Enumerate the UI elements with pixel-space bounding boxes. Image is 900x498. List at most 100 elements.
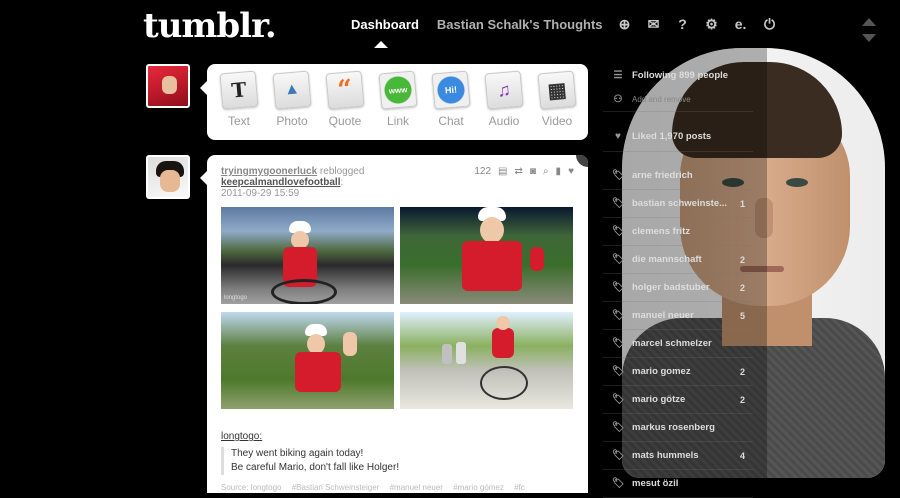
sidebar-tag-item[interactable]: 🏷︎ marcel schmelzer [603,330,753,358]
liked-link[interactable]: ♥ Liked 1,970 posts [603,122,753,152]
top-navigation: Dashboard Bastian Schalk's Thoughts ⊕ ✉ … [351,16,791,48]
post-controls: 122 ▤ ⇄ ◙ ⌕ ▮ ♥ [467,166,574,177]
tag-name: mario götze [632,394,686,405]
tag-link[interactable]: #manuel neuer [390,483,443,492]
reblog-icon[interactable]: ⇄ [515,166,523,177]
tag-link[interactable]: #fc [514,483,525,492]
sidebar-tag-item[interactable]: 🏷︎ bastian schweinste... 1 [603,190,753,218]
power-icon[interactable]: ⏻ [762,16,778,32]
post-date: 2011-09-29 15:59 [221,188,300,199]
bookmark-icon[interactable]: ▮ [556,166,562,177]
tag-count: 4 [739,450,745,461]
source-user-link[interactable]: keepcalmandlovefootball [221,177,340,188]
sidebar-tag-item[interactable]: 🏷︎ mario gomez 2 [603,358,753,386]
tumblr-logo[interactable]: tumblr. [143,6,277,46]
sidebar-tag-item[interactable]: 🏷︎ die mannschaft 2 [603,246,753,274]
post-type-photo[interactable]: ▲ Photo [270,70,314,128]
tag-icon: 🏷︎ [612,254,625,265]
post-type-link[interactable]: www Link [376,70,420,128]
tag-link[interactable]: #Bastian Schweinsteiger [292,483,380,492]
mail-icon[interactable]: ✉ [646,16,662,32]
tag-icon: 🏷︎ [612,366,625,377]
sidebar-tag-item[interactable]: 🏷︎ mario götze 2 [603,386,753,414]
notes-icon[interactable]: ▤ [498,166,507,177]
camera-icon[interactable]: ◙ [530,166,536,177]
sidebar-tag-item[interactable]: 🏷︎ manuel neuer 5 [603,302,753,330]
tag-icon: 🏷︎ [612,226,625,237]
author-link[interactable]: longtogo: [221,431,262,442]
post-type-text[interactable]: T Text [217,70,261,128]
tag-name: marcel schmelzer [632,338,712,349]
active-caret-icon [374,40,388,48]
photo-1[interactable]: longtogo [221,207,394,304]
post-meta: tryingmygoonerluck reblogged keepcalmand… [221,166,365,199]
tag-name: mats hummels [632,450,699,461]
reblogger-link[interactable]: tryingmygoonerluck [221,166,317,177]
tag-count: 2 [739,254,745,265]
tag-name: die mannschaft [632,254,702,265]
tag-icon: 🏷︎ [612,282,625,293]
tag-name: holger badstuber [632,282,710,293]
photoset-post: tryingmygoonerluck reblogged keepcalmand… [207,155,588,493]
sidebar: ☰ Following 899 people ⚇ Add and remove ♥ L… [603,63,753,498]
search-icon[interactable]: ⌕ [543,166,549,177]
tag-name: manuel neuer [632,310,694,321]
photo-4[interactable] [400,312,573,409]
tag-count: 2 [739,282,745,293]
tag-count: 2 [739,366,745,377]
sidebar-tag-item[interactable]: 🏷︎ markus rosenberg [603,414,753,442]
tag-count: 2 [739,394,745,405]
tag-icon: 🏷︎ [612,422,625,433]
tag-count: 5 [739,310,745,321]
source-link[interactable]: Source: longtogo [221,483,282,492]
tag-icon: 🏷︎ [612,338,625,349]
help-icon[interactable]: ? [675,16,691,32]
tag-link[interactable]: #mario gómez [453,483,504,492]
plus-icon[interactable]: ⊕ [617,16,633,32]
tag-icon: 🏷︎ [612,450,625,461]
following-icon: ☰ [613,69,623,81]
tag-icon: 🏷︎ [612,394,625,405]
post-type-chat[interactable]: Hi! Chat [429,70,473,128]
user-avatar[interactable] [146,64,190,108]
sidebar-tag-item[interactable]: 🏷︎ mesut özil [603,470,753,498]
scroll-down-icon[interactable] [862,34,876,42]
notes-count[interactable]: 122 [474,166,491,177]
reblogger-avatar[interactable] [146,155,190,199]
tag-name: arne friedrich [632,170,693,181]
following-link[interactable]: ☰ Following 899 people [603,63,753,87]
photo-3[interactable] [221,312,394,409]
photo-2[interactable] [400,207,573,304]
tag-name: mario gomez [632,366,691,377]
like-icon[interactable]: ♥ [568,166,574,177]
sidebar-tag-item[interactable]: 🏷︎ holger badstuber 2 [603,274,753,302]
scroll-up-icon[interactable] [862,18,876,26]
gear-icon[interactable]: ⚙ [704,16,720,32]
photo-icon: ▲ [272,70,312,110]
nav-blog[interactable]: Bastian Schalk's Thoughts [437,17,603,32]
post-corner [576,155,588,167]
nav-dashboard[interactable]: Dashboard [351,17,419,48]
tag-icon: 🏷︎ [612,310,625,321]
new-post-box: T Text ▲ Photo “Quote www Link Hi! Chat ♫ Aud… [200,64,588,140]
video-icon: ▦ [537,70,577,110]
tag-count: 1 [739,198,745,209]
post-type-video[interactable]: ▦ Video [535,70,579,128]
chat-icon: Hi! [431,70,471,110]
audio-icon: ♫ [484,70,524,110]
sidebar-tag-item[interactable]: 🏷︎ mats hummels 4 [603,442,753,470]
add-remove-link[interactable]: ⚇ Add and remove [603,87,753,112]
post-type-quote[interactable]: “Quote [323,70,367,128]
tag-name: mesut özil [632,478,679,489]
post-type-audio[interactable]: ♫ Audio [482,70,526,128]
e-icon[interactable]: e. [733,16,749,32]
post-quote: They went biking again today! Be careful… [221,447,399,475]
post-tags: Source: longtogo #Bastian Schweinsteiger… [221,483,533,492]
tag-icon: 🏷︎ [612,198,625,209]
tag-name: bastian schweinste... [632,198,728,209]
tag-name: clemens fritz [632,226,691,237]
sidebar-tag-item[interactable]: 🏷︎ clemens fritz [603,218,753,246]
tag-name: markus rosenberg [632,422,715,433]
tag-icon: 🏷︎ [612,478,625,489]
sidebar-tag-item[interactable]: 🏷︎ arne friedrich [603,162,753,190]
